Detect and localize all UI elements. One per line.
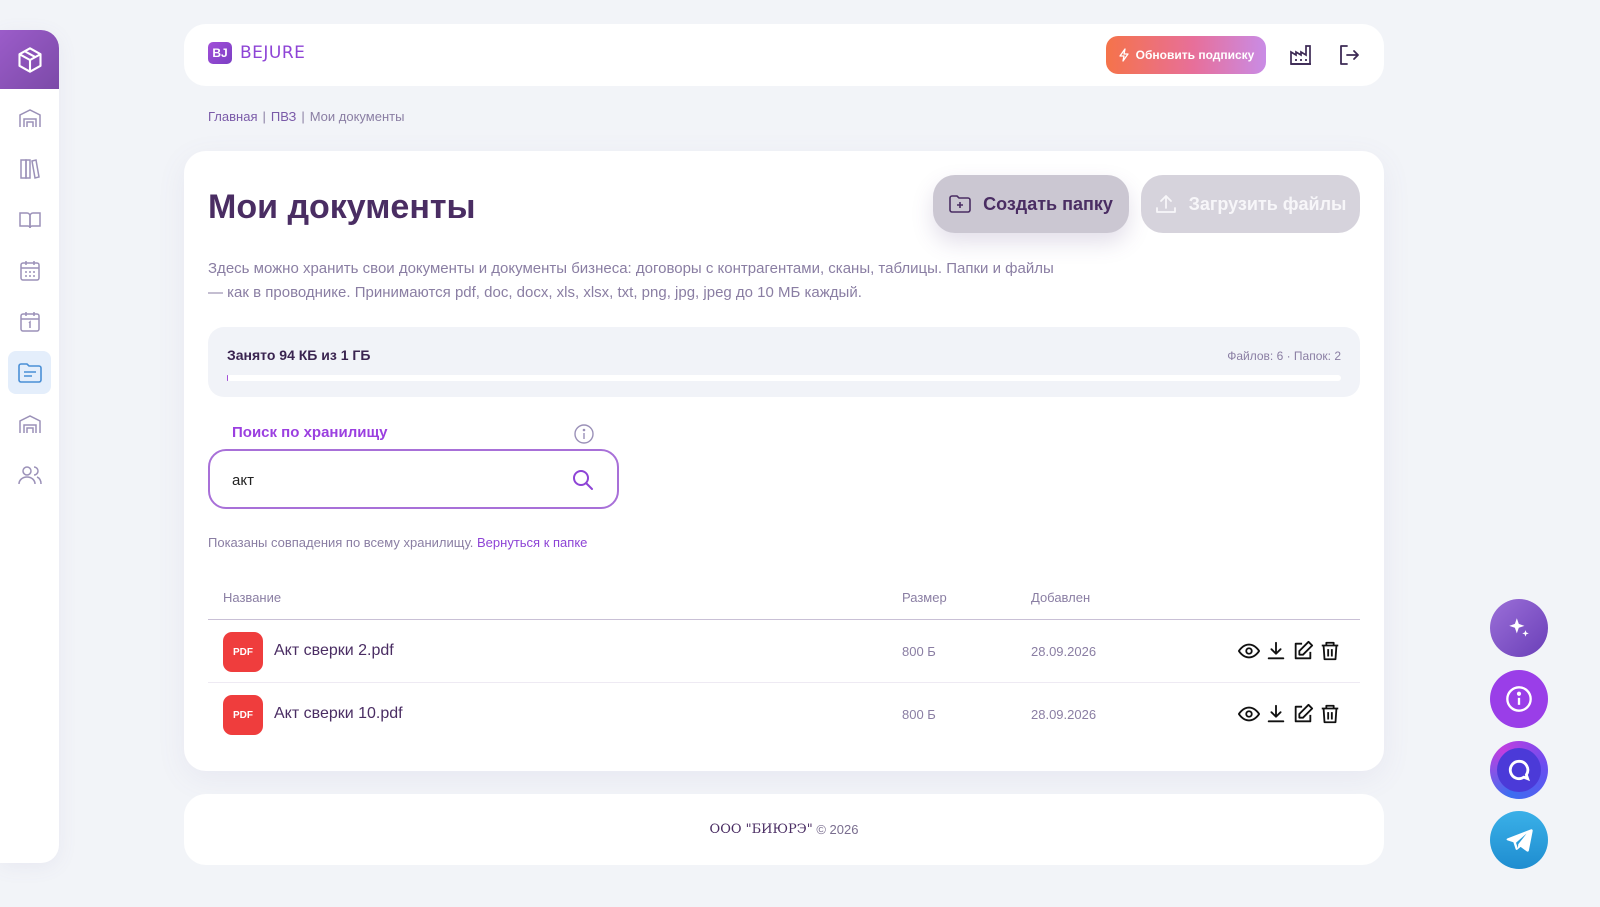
sidebar-item-documents[interactable]	[8, 351, 51, 394]
sidebar-item-calendar[interactable]	[8, 249, 51, 292]
warehouse-icon	[18, 108, 41, 127]
edit-icon[interactable]	[1292, 703, 1314, 725]
view-icon[interactable]	[1238, 640, 1260, 662]
info-button[interactable]	[1490, 670, 1548, 728]
lightning-icon	[1119, 48, 1129, 62]
download-icon[interactable]	[1265, 640, 1287, 662]
search-input[interactable]	[232, 467, 552, 493]
breadcrumb: Главная | ПВЗ | Мои документы	[208, 109, 404, 124]
create-folder-label: Создать папку	[983, 193, 1113, 214]
sparkle-icon	[1509, 618, 1529, 637]
info-circle-icon	[1506, 686, 1532, 712]
users-icon	[17, 465, 42, 484]
file-size: 800 Б	[902, 707, 936, 722]
book-icon	[18, 211, 41, 228]
sidebar-item-warehouse-alt[interactable]	[8, 402, 51, 445]
breadcrumb-current: Мои документы	[309, 109, 405, 124]
telegram-button[interactable]	[1490, 811, 1548, 869]
sidebar-item-users[interactable]	[8, 453, 51, 496]
page-title: Мои документы	[208, 188, 476, 226]
file-name[interactable]: Акт сверки 10.pdf	[274, 705, 403, 723]
search-box	[208, 449, 619, 509]
top-header: BJ BEJURE Обновить подписку	[184, 24, 1384, 86]
folder-plus-icon	[949, 195, 971, 213]
edit-icon[interactable]	[1292, 640, 1314, 662]
storage-used: Занято 94 КБ из 1 ГБ	[227, 347, 371, 363]
upgrade-subscription-button[interactable]: Обновить подписку	[1106, 36, 1266, 74]
pdf-file-icon: PDF	[223, 632, 263, 672]
documents-icon	[17, 362, 42, 383]
breadcrumb-separator: |	[301, 109, 305, 124]
column-name[interactable]: Название	[223, 590, 281, 605]
file-size: 800 Б	[902, 644, 936, 659]
storage-progress-bar	[227, 375, 1341, 381]
sidebar-item-warehouse[interactable]	[8, 96, 51, 139]
breadcrumb-separator: |	[262, 109, 266, 124]
search-label: Поиск по хранилищу	[232, 424, 388, 441]
table-row[interactable]: PDF Акт сверки 10.pdf 800 Б 28.09.2026	[208, 683, 1360, 746]
view-icon[interactable]	[1238, 703, 1260, 725]
sidebar	[0, 30, 59, 863]
telegram-icon	[1506, 829, 1533, 852]
pdf-file-icon: PDF	[223, 695, 263, 735]
upload-files-label: Загрузить файлы	[1188, 193, 1347, 214]
brand-logo[interactable]: BJ BEJURE	[208, 42, 305, 64]
row-actions	[1238, 640, 1341, 662]
delete-icon[interactable]	[1319, 640, 1341, 662]
footer: ООО "БИЮРЭ" © 2026	[184, 794, 1384, 865]
file-date: 28.09.2026	[1031, 707, 1097, 722]
column-size[interactable]: Размер	[902, 590, 947, 605]
breadcrumb-home[interactable]: Главная	[208, 109, 257, 124]
file-date: 28.09.2026	[1031, 644, 1097, 659]
info-icon[interactable]	[573, 423, 595, 445]
table-row[interactable]: PDF Акт сверки 2.pdf 800 Б 28.09.2026	[208, 620, 1360, 683]
calendar-day-icon	[19, 311, 40, 332]
brand-name: BEJURE	[240, 43, 306, 63]
upload-icon	[1155, 195, 1176, 213]
logout-icon[interactable]	[1337, 43, 1361, 67]
table-header: Название Размер Добавлен	[208, 581, 1360, 620]
warehouse-alt-icon	[18, 414, 41, 433]
column-date[interactable]: Добавлен	[1031, 590, 1090, 605]
upload-files-button[interactable]: Загрузить файлы	[1141, 175, 1360, 233]
chat-button[interactable]	[1490, 741, 1548, 799]
page-description: Здесь можно хранить свои документы и док…	[208, 260, 1054, 301]
search-icon[interactable]	[571, 468, 595, 492]
back-to-folder-link[interactable]: Вернуться к папке	[477, 535, 587, 550]
library-icon	[19, 158, 40, 179]
files-table: Название Размер Добавлен PDF Акт сверки …	[208, 581, 1360, 746]
file-name[interactable]: Акт сверки 2.pdf	[274, 642, 394, 660]
storage-usage-panel: Занято 94 КБ из 1 ГБ Файлов: 6 · Папок: …	[208, 327, 1360, 397]
row-actions	[1238, 703, 1341, 725]
sidebar-item-schedule[interactable]	[8, 300, 51, 343]
footer-copyright: © 2026	[816, 822, 859, 837]
calendar-grid-icon	[19, 260, 40, 281]
ai-assistant-button[interactable]	[1490, 599, 1548, 657]
brand-mark: BJ	[208, 42, 232, 64]
upgrade-label: Обновить подписку	[1135, 48, 1255, 62]
chat-bubble-icon	[1497, 748, 1541, 792]
documents-card: Мои документы Создать папку Загрузить фа…	[184, 151, 1384, 771]
factory-icon[interactable]	[1289, 43, 1313, 67]
box-icon[interactable]	[0, 30, 59, 89]
sidebar-item-book[interactable]	[8, 198, 51, 241]
footer-company: ООО "БИЮРЭ"	[709, 822, 813, 837]
download-icon[interactable]	[1265, 703, 1287, 725]
match-note-text: Показаны совпадения по всему хранилищу.	[208, 535, 474, 550]
create-folder-button[interactable]: Создать папку	[933, 175, 1129, 233]
breadcrumb-pvz[interactable]: ПВЗ	[271, 109, 296, 124]
storage-counts: Файлов: 6 · Папок: 2	[1227, 349, 1341, 363]
search-match-note: Показаны совпадения по всему хранилищу. …	[208, 535, 587, 550]
delete-icon[interactable]	[1319, 703, 1341, 725]
sidebar-item-library[interactable]	[8, 147, 51, 190]
